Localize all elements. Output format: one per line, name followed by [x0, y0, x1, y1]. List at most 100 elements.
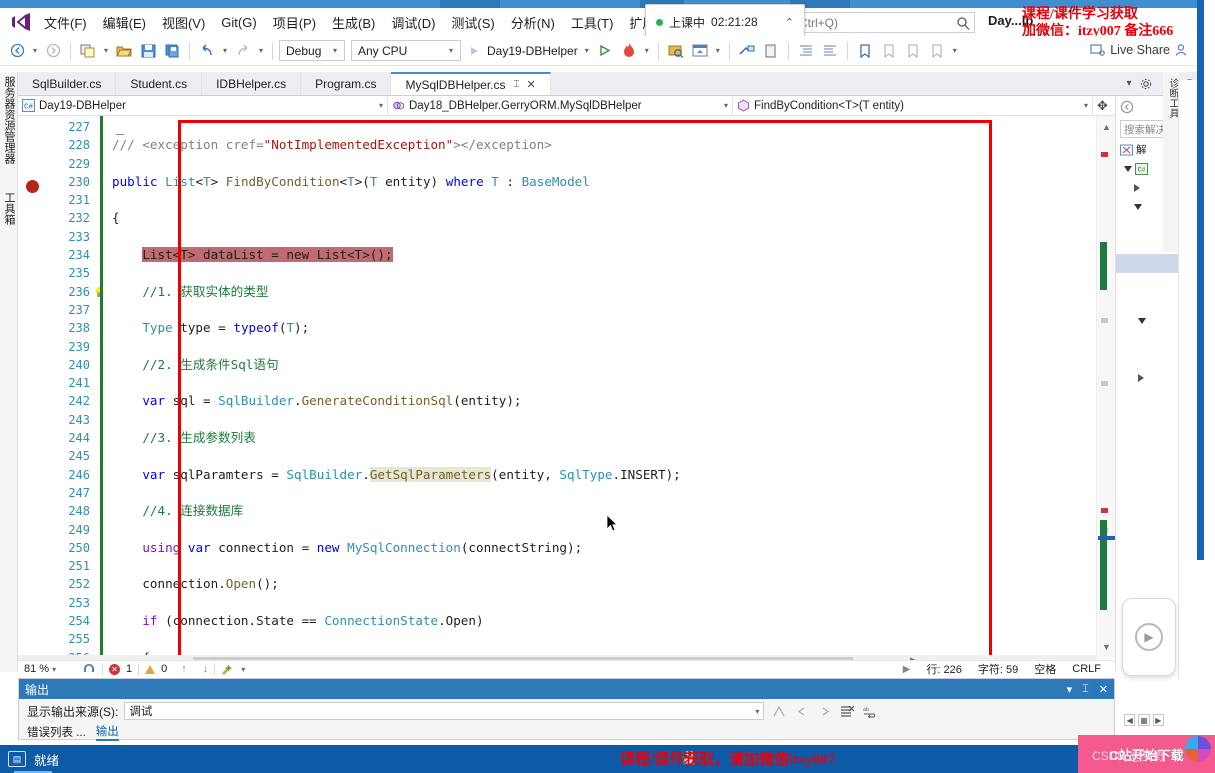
next-issue-arrow-icon[interactable]: ↓	[203, 663, 209, 675]
collapsed-triangle-icon-1[interactable]	[1134, 183, 1140, 192]
expanded-triangle-icon-2[interactable]	[1134, 203, 1142, 210]
pin-tab-icon[interactable]: ⌶	[514, 79, 520, 90]
navbar-member-combo[interactable]: FindByCondition<T>(T entity) ▾	[733, 96, 1093, 115]
output-source-combo[interactable]: 调试 ▾	[124, 702, 765, 720]
platform-combo[interactable]: Any CPU ▾	[351, 40, 461, 61]
clear-bookmarks-icon[interactable]	[926, 40, 948, 62]
bookmarks-dropdown-icon[interactable]: ▾	[950, 46, 960, 55]
open-file-icon[interactable]	[113, 40, 135, 62]
output-pin-icon[interactable]: ⌶	[1082, 683, 1089, 696]
tab-program[interactable]: Program.cs	[301, 72, 392, 95]
editor-code-text[interactable]: /// <exception cref="NotImplementedExcep…	[112, 116, 1115, 659]
tab-overflow-icon[interactable]: ▾	[1127, 78, 1132, 89]
intellicode-icon[interactable]	[82, 663, 96, 676]
tab-sqlbuilder[interactable]: SqlBuilder.cs	[18, 72, 117, 95]
navbar-project-combo[interactable]: C# Day19-DBHelper ▾	[18, 96, 388, 115]
chevron-down-icon-3[interactable]: ▾	[582, 46, 592, 55]
new-project-icon[interactable]	[77, 40, 99, 62]
record-button-icon[interactable]: ▶	[1135, 623, 1163, 651]
redo-dropdown-icon[interactable]: ▾	[256, 46, 266, 55]
previous-bookmark-icon[interactable]	[902, 40, 924, 62]
tab-idbhelper[interactable]: IDBHelper.cs	[202, 72, 302, 95]
undo-icon[interactable]	[196, 40, 218, 62]
new-project-dropdown-icon[interactable]: ▾	[101, 46, 111, 55]
navigate-back-icon[interactable]	[6, 40, 28, 62]
menu-item-build[interactable]: 生成(B)	[324, 10, 383, 35]
startup-project-combo[interactable]: Day19-DBHelper ▾	[487, 44, 592, 58]
status-right-arrow-icon[interactable]: ▶	[903, 664, 911, 675]
output-go-to-previous-icon[interactable]	[793, 703, 810, 720]
chevron-down-icon-zoom[interactable]: ▾	[52, 665, 56, 674]
indent-icon[interactable]	[795, 40, 817, 62]
live-visual-tree-icon[interactable]	[689, 40, 711, 62]
taskbar-app-button[interactable]: ▤ 就绪	[8, 750, 59, 769]
clipboard-icon[interactable]	[760, 40, 782, 62]
output-close-icon[interactable]: ✕	[1099, 683, 1108, 696]
menu-item-project[interactable]: 项目(P)	[265, 10, 324, 35]
save-all-icon[interactable]	[161, 40, 183, 62]
chevron-down-icon-type[interactable]: ▾	[724, 101, 728, 110]
mini-nav-grid-icon[interactable]: ▦	[1138, 714, 1150, 726]
start-without-debugging-icon[interactable]	[594, 40, 616, 62]
breakpoint-marker-icon[interactable]	[26, 180, 39, 193]
search-input[interactable]: (Ctrl+Q)	[790, 12, 975, 33]
class-session-pill[interactable]: 上课中 02:21:28 ⌃	[645, 4, 805, 40]
warning-count-icon[interactable]	[145, 664, 156, 674]
scroll-up-arrow-icon[interactable]: ▲	[1101, 122, 1112, 133]
zoom-level-combo[interactable]: 81 % ▾	[24, 663, 76, 675]
next-bookmark-icon[interactable]	[878, 40, 900, 62]
chevron-down-icon-2[interactable]: ▾	[446, 46, 456, 55]
output-toggle-wordwrap-icon[interactable]: ab	[862, 703, 879, 720]
live-share-button[interactable]: Live Share	[1090, 43, 1189, 57]
mini-nav-next-icon[interactable]: ▶	[1152, 714, 1164, 726]
tab-error-list[interactable]: 错误列表 ...	[27, 724, 86, 740]
previous-issue-arrow-icon[interactable]: ↑	[181, 663, 187, 675]
mini-nav-prev-icon[interactable]: ◀	[1124, 714, 1136, 726]
configuration-combo[interactable]: Debug ▾	[279, 40, 345, 61]
output-find-message-icon[interactable]	[770, 703, 787, 720]
chevron-down-icon-project[interactable]: ▾	[379, 101, 383, 110]
output-clear-all-icon[interactable]	[839, 703, 856, 720]
navbar-type-combo[interactable]: Day18_DBHelper.GerryORM.MySqlDBHelper ▾	[388, 96, 733, 115]
live-share-account-icon[interactable]	[1175, 43, 1189, 57]
menu-item-debug[interactable]: 调试(D)	[383, 10, 443, 35]
line-ending-label[interactable]: CRLF	[1072, 663, 1101, 675]
navigate-back-dropdown-icon[interactable]: ▾	[30, 46, 40, 55]
editor-glyph-margin[interactable]	[18, 116, 46, 659]
navigate-forward-icon[interactable]	[42, 40, 64, 62]
close-tab-icon[interactable]: ✕	[527, 78, 536, 91]
code-editor[interactable]: 227 228 229 230 231 232 233 234 235 236 …	[18, 116, 1115, 659]
menu-item-edit[interactable]: 编辑(E)	[95, 10, 154, 35]
outdent-icon[interactable]	[819, 40, 841, 62]
live-visual-tree-dropdown-icon[interactable]: ▾	[713, 46, 723, 55]
fix-suggestion-icon[interactable]	[221, 663, 235, 675]
start-debug-arrow-icon[interactable]	[463, 40, 485, 62]
scroll-down-arrow-icon[interactable]: ▼	[1101, 642, 1112, 653]
menu-item-git[interactable]: Git(G)	[213, 12, 264, 33]
undo-dropdown-icon[interactable]: ▾	[220, 46, 230, 55]
sidebar-item-toolbox[interactable]: 工具箱	[1, 192, 17, 225]
output-go-to-next-icon[interactable]	[816, 703, 833, 720]
sidebar-item-server-explorer[interactable]: 服务器资源管理器	[1, 76, 17, 164]
indentation-label[interactable]: 空格	[1034, 661, 1056, 677]
split-editor-icon[interactable]: ✥	[1097, 98, 1108, 114]
gear-icon[interactable]	[1140, 78, 1152, 90]
select-element-icon[interactable]	[665, 40, 687, 62]
editor-vertical-scrollbar[interactable]: ▲ ▼	[1096, 116, 1115, 659]
output-dropdown-icon[interactable]: ▾	[1067, 683, 1073, 696]
menu-item-analyze[interactable]: 分析(N)	[503, 10, 563, 35]
menu-item-test[interactable]: 测试(S)	[443, 10, 502, 35]
download-promo-badge[interactable]: CSDN @梦野 C站开始下载	[1078, 735, 1215, 773]
hot-reload-dropdown-icon[interactable]: ▾	[642, 46, 652, 55]
chevron-down-icon-output[interactable]: ▾	[755, 707, 759, 716]
tab-mysqldbhelper[interactable]: MySqlDBHelper.cs ⌶ ✕	[391, 72, 551, 95]
fix-dropdown-icon[interactable]: ▾	[241, 665, 245, 674]
chevron-down-icon-member[interactable]: ▾	[1084, 101, 1088, 110]
expanded-triangle-icon-3[interactable]	[1138, 317, 1146, 324]
navigate-backward-icon[interactable]	[1120, 100, 1134, 114]
floating-recorder-widget[interactable]: ▶	[1122, 598, 1176, 676]
chevron-up-icon[interactable]: ⌃	[785, 16, 794, 29]
tab-output[interactable]: 输出	[95, 723, 119, 741]
redo-icon[interactable]	[232, 40, 254, 62]
menu-item-tools[interactable]: 工具(T)	[563, 10, 622, 35]
